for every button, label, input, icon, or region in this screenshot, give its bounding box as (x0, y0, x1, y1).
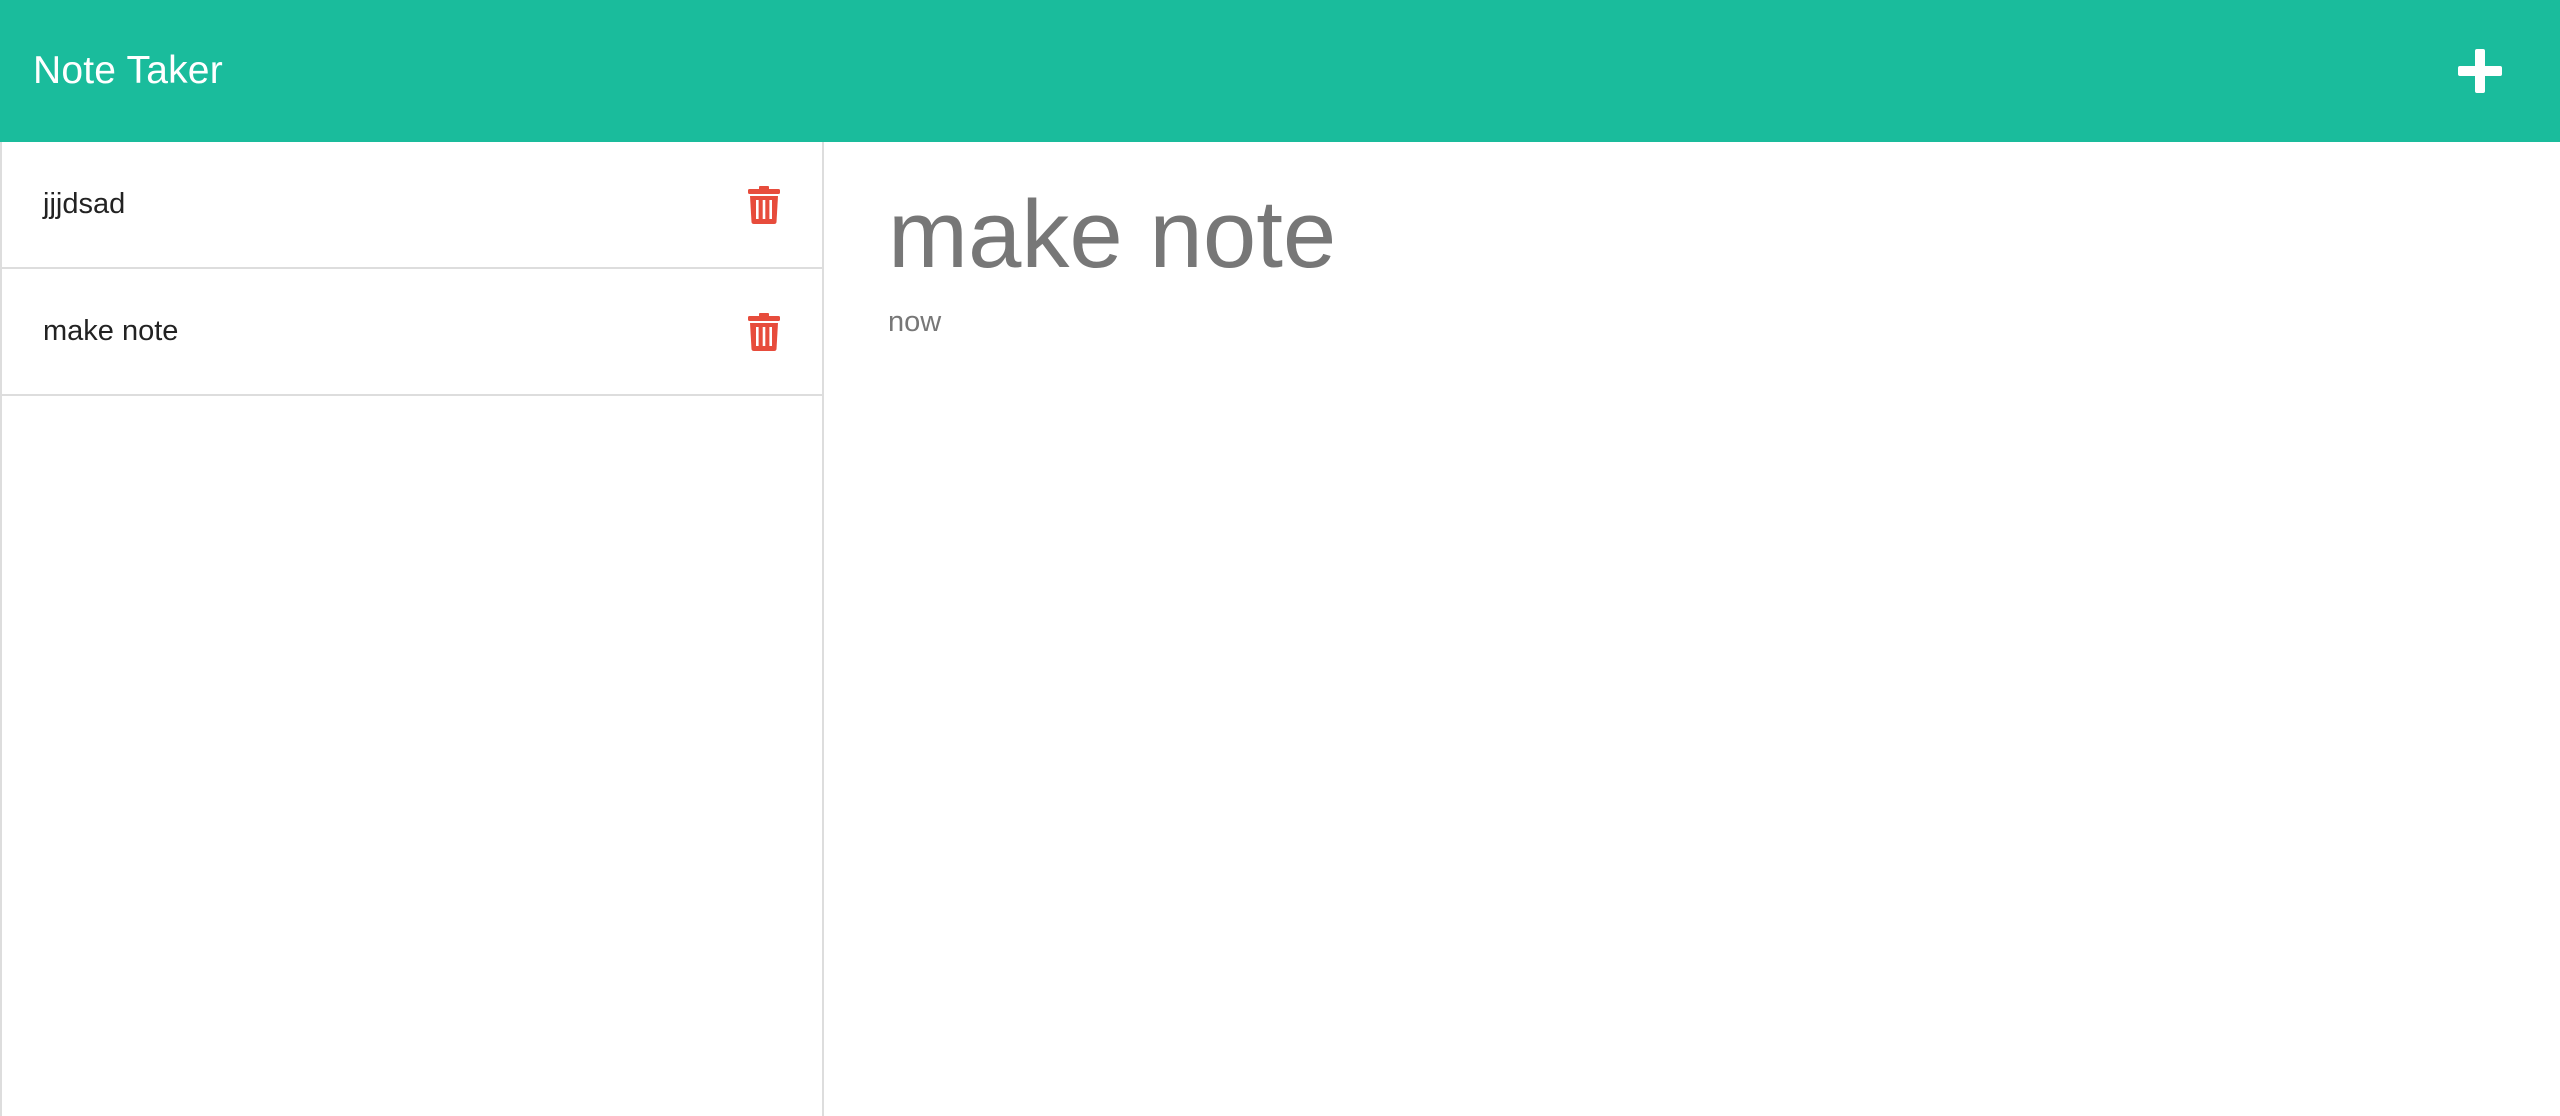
delete-note-button[interactable] (744, 183, 784, 227)
note-list-sidebar: jjjdsad make note (0, 142, 824, 1116)
trash-icon (748, 312, 780, 351)
delete-note-button[interactable] (744, 310, 784, 354)
plus-icon (2458, 49, 2502, 93)
note-title-input[interactable] (888, 170, 2496, 300)
note-item-label: make note (43, 315, 179, 347)
app-title[interactable]: Note Taker (33, 49, 223, 93)
note-item-label: jjjdsad (43, 188, 126, 220)
trash-icon (748, 185, 780, 224)
note-list: jjjdsad make note (2, 142, 822, 396)
navbar: Note Taker (0, 0, 2560, 142)
list-item[interactable]: make note (2, 269, 822, 396)
new-note-button[interactable] (2444, 35, 2516, 107)
list-item[interactable]: jjjdsad (2, 142, 822, 269)
note-editor: now (824, 142, 2560, 1116)
note-body-textarea[interactable]: now (888, 302, 2496, 1002)
